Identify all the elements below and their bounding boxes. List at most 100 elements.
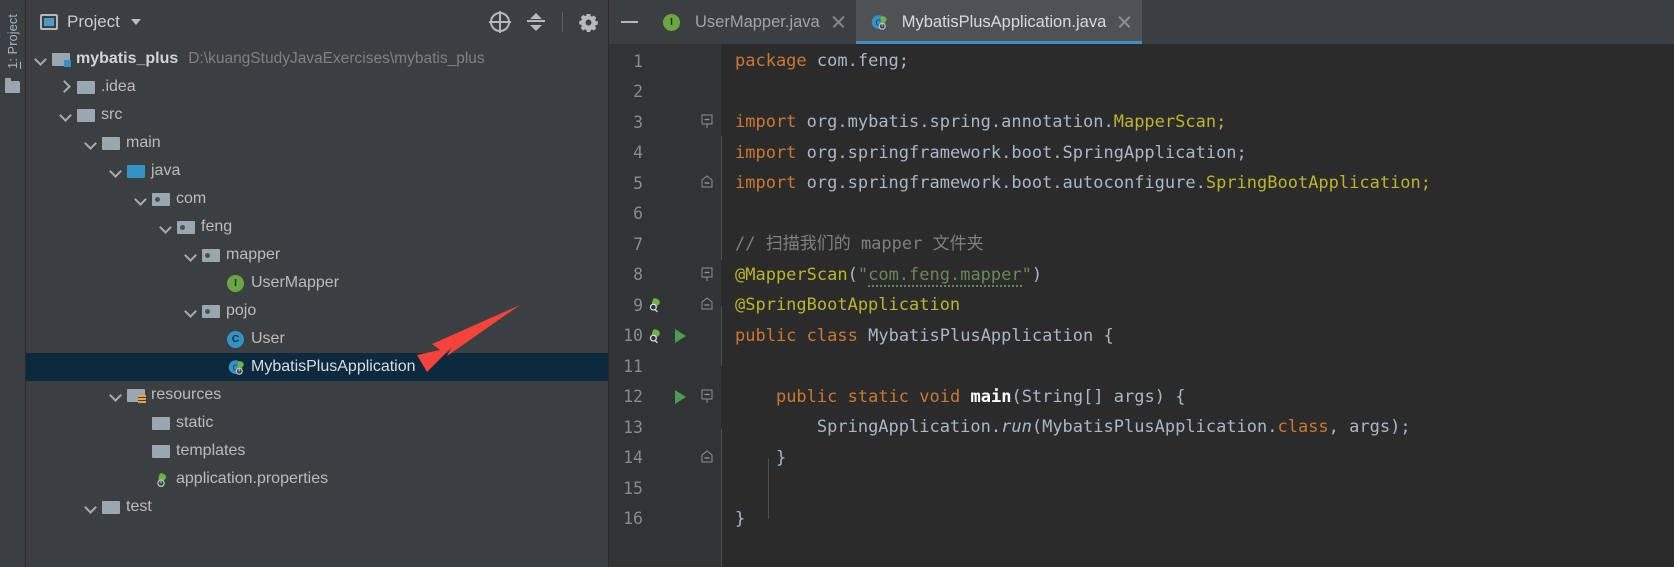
code-line-4: import org.springframework.boot.SpringAp… bbox=[735, 142, 1247, 163]
fold-guide bbox=[721, 136, 722, 260]
chevron-down-icon[interactable] bbox=[159, 220, 173, 234]
tree-row-templates[interactable]: templates bbox=[26, 437, 608, 465]
close-icon[interactable] bbox=[1118, 16, 1131, 29]
tree-item-label: main bbox=[126, 134, 161, 151]
fold-end-icon[interactable] bbox=[701, 175, 715, 189]
fold-end-icon[interactable] bbox=[701, 449, 715, 464]
spring-bean-icon[interactable] bbox=[643, 296, 667, 314]
toolwindow-number: 1 bbox=[5, 61, 20, 69]
code-line-3: import org.mybatis.spring.annotation.Map… bbox=[735, 112, 1227, 132]
fold-minus-icon[interactable] bbox=[701, 267, 715, 281]
tree-row-feng[interactable]: feng bbox=[26, 213, 608, 241]
line-number: 14 bbox=[623, 448, 643, 468]
line-number: 11 bbox=[623, 356, 643, 376]
editor-tab-2[interactable]: C MybatisPlusApplication.java bbox=[855, 0, 1143, 44]
tree-row-com[interactable]: com bbox=[26, 185, 608, 213]
line-number: 16 bbox=[623, 509, 643, 529]
folder-icon bbox=[77, 79, 95, 95]
resources-folder-icon bbox=[127, 387, 146, 403]
chevron-down-icon[interactable] bbox=[184, 304, 198, 318]
tree-item-label: resources bbox=[151, 386, 222, 403]
interface-icon: I bbox=[227, 275, 245, 292]
spring-bean-icon[interactable] bbox=[643, 327, 667, 345]
tree-row-user[interactable]: C User bbox=[26, 325, 608, 353]
code-line-16: } bbox=[735, 508, 746, 529]
fold-minus-icon[interactable] bbox=[701, 114, 715, 128]
tree-row-test[interactable]: test bbox=[26, 493, 608, 521]
chevron-down-icon[interactable] bbox=[130, 19, 141, 25]
tree-row-resources[interactable]: resources bbox=[26, 381, 608, 409]
chevron-down-icon[interactable] bbox=[134, 192, 148, 206]
project-window-icon bbox=[40, 14, 58, 30]
line-number: 8 bbox=[633, 265, 643, 285]
close-icon[interactable] bbox=[832, 16, 845, 29]
gear-icon[interactable] bbox=[579, 13, 598, 32]
locate-icon[interactable] bbox=[489, 11, 511, 33]
editor-gutter[interactable]: 1 2 3 4 5 6 7 8 9 10 11 12 13 14 15 16 bbox=[609, 44, 721, 567]
chevron-down-icon[interactable] bbox=[184, 248, 198, 262]
tree-item-label: User bbox=[251, 330, 285, 347]
tree-item-label: application.properties bbox=[176, 470, 329, 487]
line-number: 7 bbox=[633, 234, 643, 254]
toolwindow-name: Project bbox=[5, 14, 20, 55]
code-line-9: @SpringBootApplication bbox=[735, 295, 961, 315]
fold-minus-icon[interactable] bbox=[701, 389, 715, 403]
code-line-7: // 扫描我们的 mapper 文件夹 bbox=[735, 234, 984, 254]
tree-item-path: D:\kuangStudyJavaExercises\mybatis_plus bbox=[188, 50, 485, 67]
indent-guide bbox=[721, 429, 722, 567]
line-number: 6 bbox=[633, 204, 643, 224]
chevron-down-icon[interactable] bbox=[84, 500, 98, 514]
chevron-right-icon[interactable] bbox=[59, 80, 73, 94]
chevron-down-icon[interactable] bbox=[109, 164, 123, 178]
tree-item-label: src bbox=[101, 106, 123, 123]
toolbar-separator bbox=[562, 12, 563, 32]
left-toolwindow-strip: 1: Project bbox=[0, 0, 26, 567]
code-line-8: @MapperScan("com.feng.mapper") bbox=[735, 264, 1043, 287]
package-folder-icon bbox=[177, 219, 195, 235]
tree-item-label: mybatis_plus bbox=[76, 50, 179, 67]
editor-tab-bar: I UserMapper.java C MybatisPlusApplication.… bbox=[609, 0, 1674, 44]
collapse-all-icon[interactable] bbox=[526, 12, 546, 32]
tree-row-java[interactable]: java bbox=[26, 157, 608, 185]
folder-icon[interactable] bbox=[5, 77, 20, 93]
package-folder-icon bbox=[152, 191, 170, 207]
folder-icon bbox=[152, 415, 170, 431]
tree-item-label: com bbox=[176, 190, 207, 207]
chevron-down-icon[interactable] bbox=[109, 388, 123, 402]
tree-row-main[interactable]: main bbox=[26, 129, 608, 157]
line-number: 1 bbox=[633, 51, 643, 71]
tree-row--idea[interactable]: .idea bbox=[26, 73, 608, 101]
code-line-1: package com.feng; bbox=[735, 51, 910, 71]
code-editor[interactable]: 1 2 3 4 5 6 7 8 9 10 11 12 13 14 15 16 package com.feng… bbox=[609, 44, 1674, 567]
gutter-line-2: 2 bbox=[609, 77, 721, 108]
editor-tab-1[interactable]: I UserMapper.java bbox=[649, 0, 856, 44]
project-view-selector[interactable]: Project bbox=[40, 12, 141, 32]
tree-item-label: MybatisPlusApplication bbox=[251, 358, 416, 375]
tree-row-static[interactable]: static bbox=[26, 409, 608, 437]
tree-row-mybatis-plus[interactable]: mybatis_plus D:\kuangStudyJavaExercises\m… bbox=[26, 45, 608, 73]
line-number: 13 bbox=[623, 417, 643, 437]
tree-row-pojo[interactable]: pojo bbox=[26, 297, 608, 325]
chevron-down-icon[interactable] bbox=[59, 108, 73, 122]
fold-end-icon[interactable] bbox=[701, 297, 715, 311]
project-panel-header: Project bbox=[26, 0, 608, 44]
tree-row-usermapper[interactable]: I UserMapper bbox=[26, 269, 608, 297]
run-gutter-icon[interactable] bbox=[667, 328, 693, 343]
project-file-tree[interactable]: mybatis_plus D:\kuangStudyJavaExercises\m… bbox=[26, 44, 608, 567]
code-content[interactable]: package com.feng; import org.mybatis.spr… bbox=[721, 44, 1674, 567]
tree-row-src[interactable]: src bbox=[26, 101, 608, 129]
tree-row-application-properties[interactable]: application.properties bbox=[26, 465, 608, 493]
tree-item-label: test bbox=[126, 498, 152, 515]
line-number: 2 bbox=[633, 82, 643, 102]
tree-row-mybatisplusapplication[interactable]: C MybatisPlusApplication bbox=[26, 353, 608, 381]
tree-row-mapper[interactable]: mapper bbox=[26, 241, 608, 269]
chevron-down-icon[interactable] bbox=[34, 52, 48, 66]
code-line-12: public static void main(String[] args) { bbox=[775, 386, 1186, 407]
chevron-down-icon[interactable] bbox=[84, 136, 98, 150]
run-gutter-icon[interactable] bbox=[667, 389, 693, 404]
toolwindow-button-project[interactable]: 1: Project bbox=[6, 4, 20, 75]
minimize-icon[interactable] bbox=[609, 0, 649, 44]
gutter-line-13: 13 bbox=[609, 412, 721, 443]
